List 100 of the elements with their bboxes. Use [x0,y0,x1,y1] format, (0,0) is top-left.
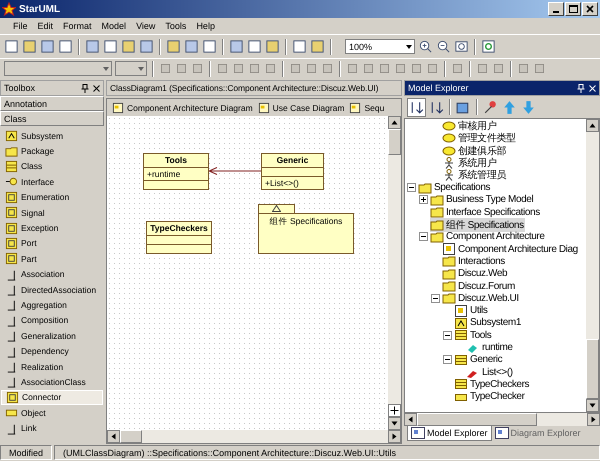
expand-toggle-icon[interactable] [407,183,416,192]
scroll-down-button[interactable] [388,417,401,430]
pin-icon[interactable] [482,98,499,116]
toolbox-item[interactable]: Aggregation [1,297,103,313]
explorer-tab[interactable]: Diagram Explorer [492,426,584,440]
toolbox-item[interactable]: Realization [1,358,103,374]
tree-item[interactable]: 创建俱乐部 [442,144,508,158]
class-attribute: +runtime [147,168,180,180]
tree-item[interactable]: Discuz.Web [442,268,508,280]
font-size-combo[interactable] [115,61,147,76]
toolbox-item[interactable]: Part [1,251,103,267]
tree-item[interactable]: Discuz.Web.UI [442,292,520,304]
toolbox-item[interactable]: AssociationClass [1,374,103,390]
zoom-in-icon[interactable] [418,39,433,54]
tree-item[interactable]: runtime [466,341,514,354]
explorer-icon [494,427,509,439]
scroll-right-button[interactable] [587,413,600,426]
scroll-thumb[interactable] [417,413,537,426]
tree-item[interactable]: 管理文件类型 [442,131,517,146]
zoom-combo[interactable]: 100% [345,39,415,54]
toolbox-group-button[interactable]: Annotation [0,96,104,111]
scroll-right-button[interactable] [388,430,401,443]
close-button[interactable] [582,2,598,16]
tree-item[interactable]: Interface Specifications [430,206,541,218]
class-icon [5,160,18,173]
toolbox-item[interactable]: Package [1,143,103,159]
tree-item[interactable]: Specifications [418,182,492,194]
toolbox-item[interactable]: Class [1,158,103,174]
tree-item[interactable]: Component Architecture [430,230,546,243]
toolbox-item[interactable]: Exception [1,220,103,236]
toolbox-item[interactable]: Enumeration [1,190,103,205]
toolbox-item[interactable]: Link [1,420,103,436]
menu-item[interactable]: Edit [32,21,58,31]
zoom-fit-icon[interactable] [454,39,469,54]
toolbox-item[interactable]: Connector [1,390,103,406]
menu-item[interactable]: File [8,21,33,31]
sort-icon[interactable] [407,98,426,116]
toolbox-group-button[interactable]: Class [0,111,104,126]
toolbox-item[interactable]: Dependency [1,343,103,359]
menu-item[interactable]: Help [191,21,220,31]
use-case-icon [442,146,456,156]
pin-icon[interactable] [81,84,89,92]
expand-toggle-icon[interactable] [419,195,428,204]
toolbox-item[interactable]: Generalization [1,328,103,344]
diagram-tab[interactable]: Component Architecture Diagram [112,102,253,114]
toolbox-item[interactable]: Interface [1,174,103,190]
tree-item[interactable]: Subsystem1 [454,316,522,329]
zoom-out-icon[interactable] [436,39,451,54]
expand-toggle-icon[interactable] [443,330,452,340]
tree-item[interactable]: List<>() [466,366,514,378]
tree-item[interactable]: Component Architecture Diag [442,243,579,256]
toolbox-item[interactable]: Composition [1,312,103,328]
font-combo[interactable] [4,61,112,76]
diagram-tab[interactable]: Use Case Diagram [258,102,344,114]
diagram-path-header: ClassDiagram1 (Specifications::Component Architecture::Discuz.Web.UI) [106,80,402,96]
menu-item[interactable]: View [131,21,160,31]
toolbox-item[interactable]: DirectedAssociation [1,282,103,298]
panel-title: Model Explorer [408,82,470,95]
tree-item[interactable]: 组件 Specifications [430,218,525,232]
tree-item[interactable]: TypeCheckers [454,378,530,390]
menu-item[interactable]: Format [58,21,97,31]
toolbox-item[interactable]: Port [1,236,103,252]
tree-item[interactable]: Interactions [442,255,506,268]
tree-item[interactable]: 系统管理员 [442,168,508,182]
toolbox-item[interactable]: Signal [1,204,103,220]
scroll-left-button[interactable] [404,413,417,426]
expand-toggle-icon[interactable] [419,232,428,242]
element-icon [5,236,18,250]
scroll-thumb[interactable] [120,430,142,443]
scroll-thumb[interactable] [586,339,599,399]
expand-toggle-icon[interactable] [443,355,452,364]
close-icon [586,5,594,13]
maximize-button[interactable] [565,2,581,16]
scroll-down-button[interactable] [586,399,599,412]
toolbox-item[interactable]: Subsystem [1,128,103,144]
explorer-icon [411,427,425,439]
tree-item[interactable]: TypeChecker [454,390,526,403]
tree-item[interactable]: 系统用户 [442,156,498,170]
minimize-button[interactable] [548,2,564,16]
diagram-tab[interactable]: Sequ [349,102,384,114]
close-icon[interactable] [93,84,100,92]
scroll-up-button[interactable] [586,119,599,132]
scroll-thumb[interactable] [388,129,401,155]
tree-item[interactable]: Discuz.Forum [442,280,516,292]
tree-item[interactable]: 审核用户 [442,119,498,134]
move-icon[interactable] [388,404,401,417]
expand-toggle-icon[interactable] [431,294,440,303]
class-name: TypeCheckers [150,223,208,233]
scroll-up-button[interactable] [388,116,401,129]
tree-item[interactable]: Utils [454,304,488,317]
scroll-left-button[interactable] [107,430,120,443]
refresh-icon[interactable] [481,39,496,54]
explorer-tab[interactable]: Model Explorer [407,426,492,441]
tree-item[interactable]: Business Type Model [430,194,534,206]
tree-item[interactable]: Generic [454,354,504,366]
toolbox-item[interactable]: Object [1,405,103,420]
tree-item[interactable]: Tools [454,329,492,342]
menu-item[interactable]: Tools [160,21,192,31]
toolbox-item[interactable]: Association [1,266,103,282]
menu-item[interactable]: Model [96,21,132,31]
